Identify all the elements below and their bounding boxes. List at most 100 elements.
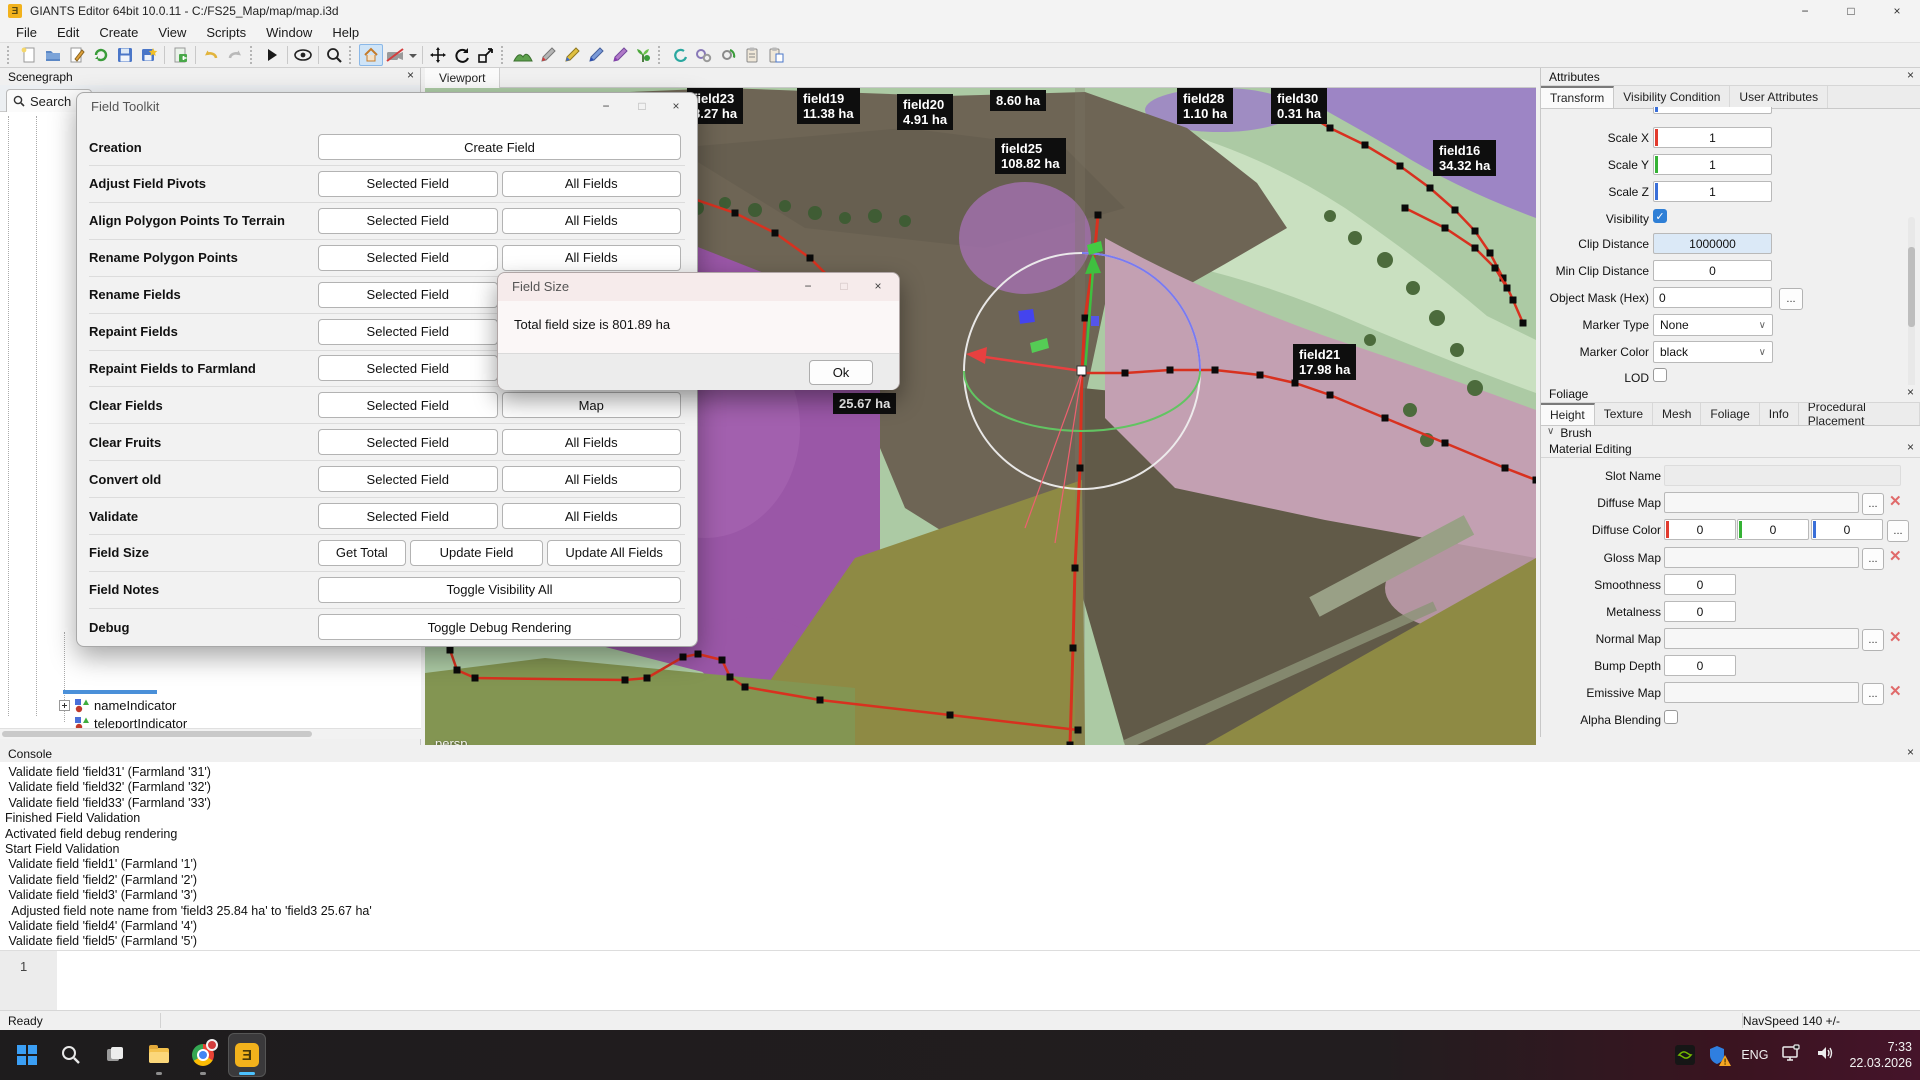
- tab-info[interactable]: Info: [1760, 403, 1799, 425]
- lod-checkbox[interactable]: [1653, 368, 1667, 382]
- language-indicator[interactable]: ENG: [1741, 1048, 1768, 1062]
- metalness-input[interactable]: 0: [1664, 601, 1736, 622]
- tab-procedural-placement[interactable]: Procedural Placement: [1799, 403, 1920, 425]
- bump-depth-input[interactable]: 0: [1664, 655, 1736, 676]
- scenegraph-item-teleportIndicator[interactable]: teleportIndicator: [59, 715, 187, 728]
- save-as-icon[interactable]: [137, 44, 161, 66]
- attributes-scroll-thumb[interactable]: [1908, 247, 1915, 327]
- scenegraph-hscroll-thumb[interactable]: [2, 731, 312, 737]
- normal-map-delete-icon[interactable]: ✕: [1889, 628, 1902, 646]
- align-polygon-points-to-terrain-selected-field-button[interactable]: Selected Field: [318, 208, 498, 234]
- field-size-close-button[interactable]: ×: [863, 277, 893, 295]
- scenegraph-hscrollbar[interactable]: [0, 728, 421, 739]
- camera-disabled-icon[interactable]: [383, 44, 407, 66]
- terrain-sculpt-icon[interactable]: [511, 44, 535, 66]
- field-notes-toggle-visibility-all-button[interactable]: Toggle Visibility All: [318, 577, 681, 603]
- scenegraph-close-icon[interactable]: ×: [407, 68, 414, 82]
- new-file-icon[interactable]: [17, 44, 41, 66]
- menu-view[interactable]: View: [148, 22, 196, 42]
- start-button[interactable]: [8, 1033, 46, 1077]
- window-minimize-button[interactable]: −: [1782, 0, 1828, 22]
- file-explorer-button[interactable]: [140, 1033, 178, 1077]
- window-maximize-button[interactable]: □: [1828, 0, 1874, 22]
- tab-viewport[interactable]: Viewport: [425, 68, 500, 88]
- rename-polygon-points-all-fields-button[interactable]: All Fields: [502, 245, 682, 271]
- clipboard-icon[interactable]: [740, 44, 764, 66]
- edit-scene-icon[interactable]: [65, 44, 89, 66]
- field-size-minimize-button[interactable]: −: [793, 277, 823, 295]
- terrain-paint-yellow-icon[interactable]: [559, 44, 583, 66]
- diffuse-map-delete-icon[interactable]: ✕: [1889, 492, 1902, 510]
- taskbar-clock[interactable]: 7:33 22.03.2026: [1849, 1039, 1912, 1072]
- menu-file[interactable]: File: [6, 22, 47, 42]
- move-tool-icon[interactable]: [426, 44, 450, 66]
- home-icon[interactable]: [359, 44, 383, 66]
- terrain-paint-red-icon[interactable]: [535, 44, 559, 66]
- emissive-map-delete-icon[interactable]: ✕: [1889, 682, 1902, 700]
- zoom-magnifier-icon[interactable]: [322, 44, 346, 66]
- network-tray-icon[interactable]: [1781, 1044, 1803, 1067]
- visibility-checkbox[interactable]: ✓: [1653, 209, 1667, 223]
- attributes-scrollbar[interactable]: [1908, 217, 1915, 385]
- diffuse-color-b-input[interactable]: 0: [1811, 519, 1883, 540]
- tab-visibility-condition[interactable]: Visibility Condition: [1614, 86, 1730, 108]
- marker-type-select[interactable]: None∨: [1653, 314, 1773, 336]
- scale-y-input[interactable]: 1: [1653, 154, 1772, 175]
- adjust-field-pivots-all-fields-button[interactable]: All Fields: [502, 171, 682, 197]
- repaint-fields-selected-field-button[interactable]: Selected Field: [318, 319, 498, 345]
- update-arrow-icon[interactable]: [668, 44, 692, 66]
- normal-map-more-button[interactable]: ...: [1862, 629, 1884, 651]
- open-folder-icon[interactable]: [41, 44, 65, 66]
- tab-user-attributes[interactable]: User Attributes: [1730, 86, 1828, 108]
- smoothness-input[interactable]: 0: [1664, 574, 1736, 595]
- alpha-blending-checkbox[interactable]: [1664, 710, 1678, 724]
- clear-fields-map-button[interactable]: Map: [502, 392, 682, 418]
- window-close-button[interactable]: ×: [1874, 0, 1920, 22]
- diffuse-map-more-button[interactable]: ...: [1862, 493, 1884, 515]
- camera-dropdown-icon[interactable]: [407, 44, 419, 66]
- field-toolkit-maximize-button[interactable]: □: [627, 97, 657, 115]
- min-clip-distance-input[interactable]: 0: [1653, 260, 1772, 281]
- field-size-update-field-button[interactable]: Update Field: [410, 540, 544, 566]
- console-close-icon[interactable]: ×: [1907, 745, 1914, 759]
- material-close-icon[interactable]: ×: [1907, 440, 1914, 454]
- convert-old-all-fields-button[interactable]: All Fields: [502, 466, 682, 492]
- diffuse-map-input[interactable]: [1664, 492, 1859, 513]
- refresh-icon[interactable]: [89, 44, 113, 66]
- gear-refresh-icon[interactable]: [716, 44, 740, 66]
- camera-name-label[interactable]: persp: [435, 736, 468, 745]
- object-mask-more-button[interactable]: ...: [1779, 288, 1803, 310]
- field-toolkit-minimize-button[interactable]: −: [591, 97, 621, 115]
- diffuse-color-more-button[interactable]: ...: [1887, 520, 1909, 542]
- taskbar-search-button[interactable]: [52, 1033, 90, 1077]
- chrome-button[interactable]: [184, 1033, 222, 1077]
- gloss-map-input[interactable]: [1664, 547, 1859, 568]
- import-file-icon[interactable]: [168, 44, 192, 66]
- normal-map-input[interactable]: [1664, 628, 1859, 649]
- marker-color-select[interactable]: black∨: [1653, 341, 1773, 363]
- gloss-map-more-button[interactable]: ...: [1862, 548, 1884, 570]
- slot-name-input[interactable]: [1664, 465, 1901, 486]
- foliage-close-icon[interactable]: ×: [1907, 385, 1914, 399]
- creation-create-field-button[interactable]: Create Field: [318, 134, 681, 160]
- volume-tray-icon[interactable]: [1816, 1044, 1836, 1067]
- diffuse-color-g-input[interactable]: 0: [1737, 519, 1809, 540]
- clipboard-paste-icon[interactable]: [764, 44, 788, 66]
- security-shield-tray-icon[interactable]: [1708, 1045, 1728, 1065]
- menu-create[interactable]: Create: [89, 22, 148, 42]
- align-polygon-points-to-terrain-all-fields-button[interactable]: All Fields: [502, 208, 682, 234]
- validate-all-fields-button[interactable]: All Fields: [502, 503, 682, 529]
- tab-mesh[interactable]: Mesh: [1653, 403, 1701, 425]
- field-size-update-all-fields-button[interactable]: Update All Fields: [547, 540, 681, 566]
- field-toolkit-close-button[interactable]: ×: [661, 97, 691, 115]
- clipped-field[interactable]: [1653, 107, 1772, 114]
- visibility-eye-icon[interactable]: [291, 44, 315, 66]
- clip-distance-input[interactable]: 1000000: [1653, 233, 1772, 254]
- debug-toggle-debug-rendering-button[interactable]: Toggle Debug Rendering: [318, 614, 681, 640]
- clear-fruits-selected-field-button[interactable]: Selected Field: [318, 429, 498, 455]
- tab-foliage[interactable]: Foliage: [1701, 403, 1759, 425]
- field-size-titlebar[interactable]: Field Size − □ ×: [498, 273, 899, 301]
- rotate-tool-icon[interactable]: [450, 44, 474, 66]
- gloss-map-delete-icon[interactable]: ✕: [1889, 547, 1902, 565]
- rename-polygon-points-selected-field-button[interactable]: Selected Field: [318, 245, 498, 271]
